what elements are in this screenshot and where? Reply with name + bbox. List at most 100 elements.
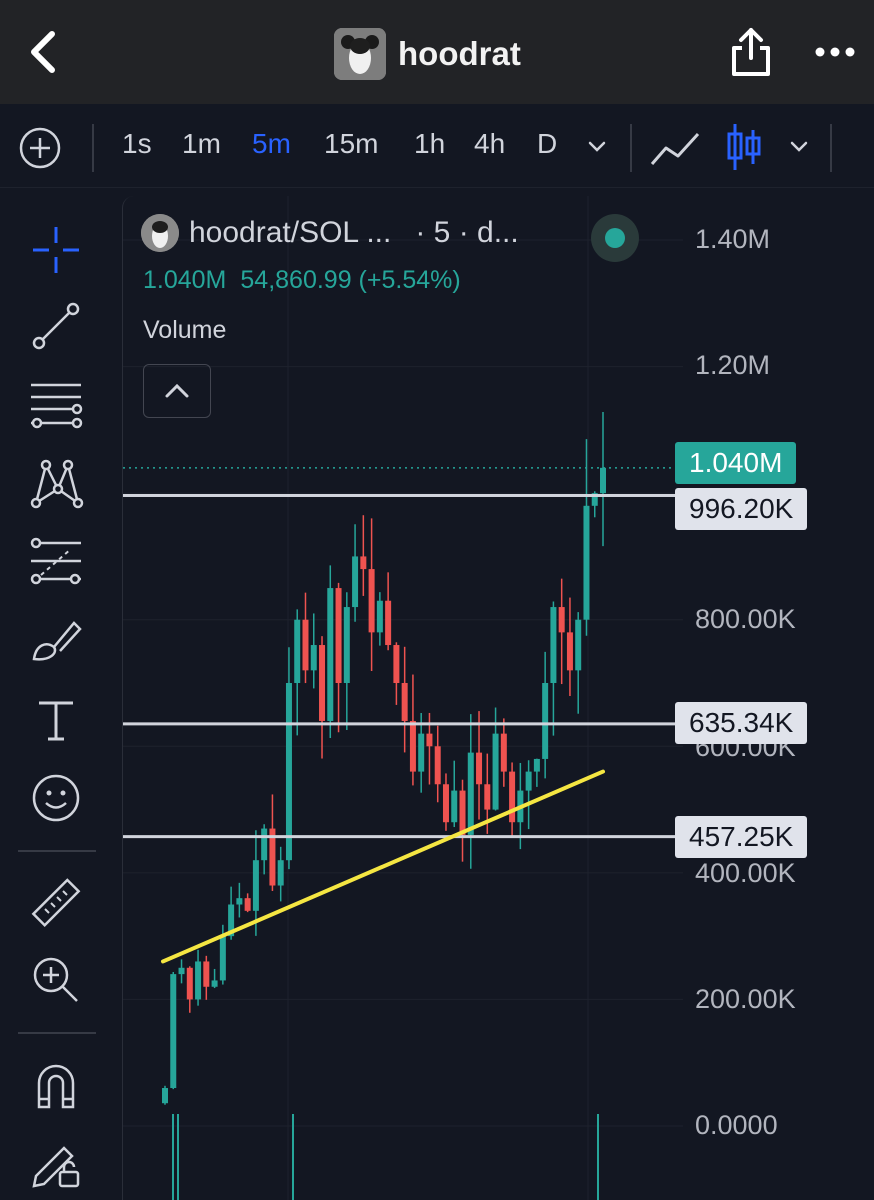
price-change: 54,860.99 (+5.54%) <box>240 266 461 294</box>
level-price-tag[interactable]: 635.34K <box>675 702 808 744</box>
page-title: hoodrat <box>398 35 521 72</box>
candle-body <box>467 752 474 835</box>
candle-body <box>451 790 458 823</box>
add-indicator-icon[interactable] <box>18 126 62 170</box>
sidebar-divider <box>18 1032 96 1034</box>
candle-body <box>583 505 590 620</box>
back-arrow-icon[interactable] <box>24 30 64 74</box>
toolbar-divider <box>92 124 94 172</box>
candle-body <box>277 860 284 886</box>
candle-body <box>525 771 532 791</box>
candle-body <box>492 733 499 810</box>
candle-body <box>352 556 359 608</box>
current-price-tag: 1.040M <box>675 442 797 484</box>
candle-body <box>252 860 259 911</box>
candle-body <box>426 733 433 747</box>
chart-legend: hoodrat/SOL ... · 5 · d... <box>141 214 519 252</box>
candle-body <box>566 632 573 671</box>
candle-body <box>509 771 516 823</box>
zoom-in-icon[interactable] <box>20 950 92 1010</box>
timeframe-d[interactable]: D <box>537 128 557 160</box>
candle-body <box>186 967 193 1000</box>
candle-body <box>418 733 425 772</box>
candlestick-chart-icon[interactable] <box>724 122 764 172</box>
ruler-icon[interactable] <box>20 874 92 934</box>
y-axis-label: 200.00K <box>695 984 796 1014</box>
y-axis-label: 0.0000 <box>695 1110 778 1140</box>
crosshair-icon[interactable] <box>20 220 92 280</box>
candle-body <box>409 720 416 772</box>
candle-body <box>285 683 292 861</box>
candle-body <box>533 758 540 772</box>
collapse-legend-button[interactable] <box>143 364 211 418</box>
lock-drawings-icon[interactable] <box>20 1132 92 1192</box>
candle-body <box>600 467 606 494</box>
horizontal-lines-icon[interactable] <box>20 376 92 436</box>
timeframe-5m[interactable]: 5m <box>252 128 291 160</box>
header-title-group: hoodrat <box>334 28 521 80</box>
volume-label[interactable]: Volume <box>143 316 226 345</box>
pattern-icon[interactable] <box>20 454 92 514</box>
chevron-down-icon[interactable] <box>584 134 610 160</box>
magnet-icon[interactable] <box>20 1056 92 1116</box>
toolbar-divider <box>630 124 632 172</box>
timeframe-4h[interactable]: 4h <box>474 128 505 160</box>
y-axis-label: 1.20M <box>695 350 771 380</box>
more-options-icon[interactable] <box>814 38 856 66</box>
trend-line-icon[interactable] <box>20 296 92 356</box>
timeframe-1h[interactable]: 1h <box>414 128 445 160</box>
text-icon[interactable] <box>20 690 92 750</box>
candlestick-plot[interactable] <box>123 196 874 1200</box>
candle-body <box>434 746 441 785</box>
share-icon[interactable] <box>728 26 774 78</box>
candle-body <box>335 588 342 683</box>
candle-body <box>550 607 557 683</box>
y-axis-label: 400.00K <box>695 858 796 888</box>
candle-body <box>442 784 449 823</box>
candle-body <box>162 1088 168 1104</box>
brush-icon[interactable] <box>20 610 92 670</box>
candle-body <box>170 974 177 1089</box>
candle-body <box>211 980 218 987</box>
candle-body <box>203 961 210 987</box>
candle-body <box>294 619 301 683</box>
candle-body <box>343 607 350 683</box>
market-status-icon[interactable] <box>591 214 639 262</box>
fib-icon[interactable] <box>20 532 92 592</box>
trend-line <box>161 769 605 964</box>
timeframe-1s[interactable]: 1s <box>122 128 152 160</box>
candle-body <box>385 600 392 646</box>
timeframe-15m[interactable]: 15m <box>324 128 378 160</box>
level-price-tag[interactable]: 996.20K <box>675 488 808 530</box>
candle-body <box>261 828 268 861</box>
level-price-tag[interactable]: 457.25K <box>675 816 808 858</box>
chevron-down-icon[interactable] <box>786 134 812 160</box>
y-axis-label: 800.00K <box>695 604 796 634</box>
toolbar-divider <box>830 124 832 172</box>
candle-body <box>368 569 375 633</box>
candle-body <box>244 898 251 911</box>
candle-body <box>302 619 309 671</box>
symbol-avatar <box>141 214 179 252</box>
candle-body <box>310 645 317 671</box>
candle-body <box>393 645 400 683</box>
timeframe-1m[interactable]: 1m <box>182 128 221 160</box>
line-chart-icon[interactable] <box>650 126 702 170</box>
symbol-name[interactable]: hoodrat/SOL ... <box>189 216 391 250</box>
price-chart[interactable]: hoodrat/SOL ... · 5 · d... 1.040M 54,860.… <box>122 196 874 1200</box>
candle-body <box>178 967 185 975</box>
candle-body <box>360 556 367 570</box>
y-axis-label: 1.40M <box>695 224 771 254</box>
token-avatar <box>334 28 386 80</box>
emoji-icon[interactable] <box>20 768 92 828</box>
candle-body <box>476 752 483 785</box>
candle-body <box>500 733 507 772</box>
candle-body <box>327 588 334 721</box>
candle-body <box>236 898 243 905</box>
top-bar: hoodrat <box>0 0 874 104</box>
sidebar-divider <box>18 850 96 852</box>
candle-body <box>401 683 408 721</box>
candle-body <box>219 936 226 981</box>
drawing-tools-sidebar <box>0 196 112 1200</box>
price-change-row: 1.040M 54,860.99 (+5.54%) <box>143 266 461 295</box>
